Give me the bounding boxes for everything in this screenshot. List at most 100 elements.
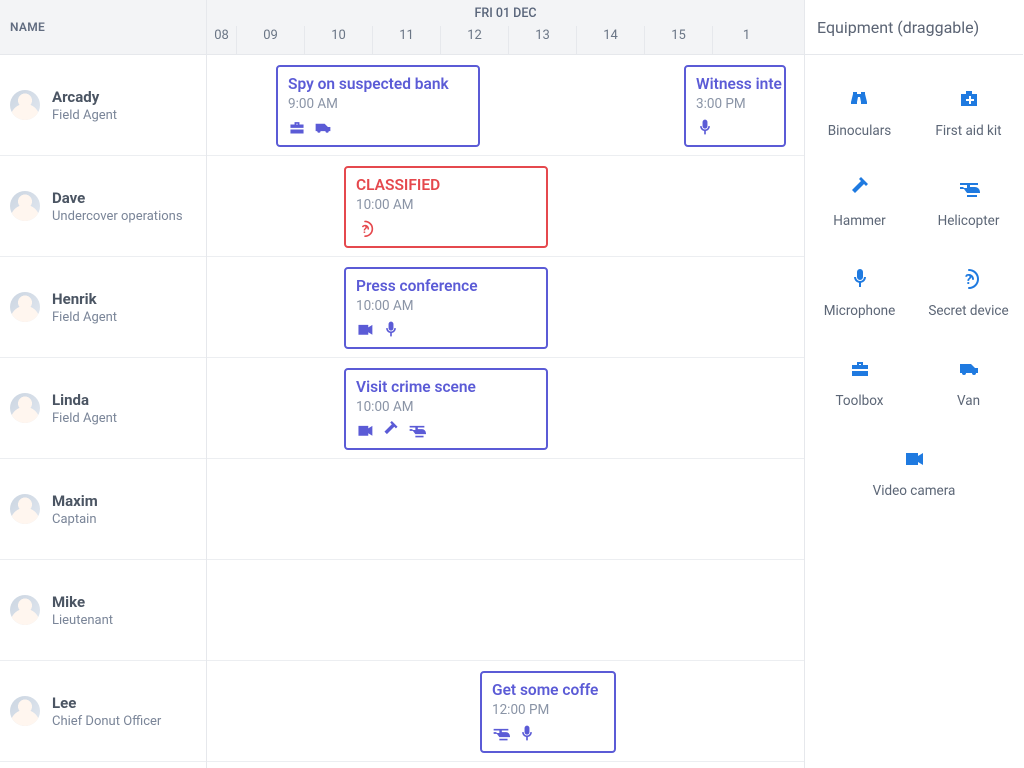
event-equipment bbox=[492, 724, 604, 746]
timeline-row[interactable]: Get some coffe 12:00 PM bbox=[207, 661, 804, 762]
resource-row-dave[interactable]: Dave Undercover operations bbox=[0, 156, 206, 257]
helicopter-icon bbox=[920, 173, 1017, 203]
resource-row-lee[interactable]: Lee Chief Donut Officer bbox=[0, 661, 206, 762]
equipment-label: Microphone bbox=[811, 303, 908, 319]
timeline-row[interactable]: Press conference 10:00 AM bbox=[207, 257, 804, 358]
resource-role: Undercover operations bbox=[52, 209, 183, 224]
event-card[interactable]: Press conference 10:00 AM bbox=[344, 267, 548, 349]
hour-13: 13 bbox=[508, 26, 576, 55]
microphone-icon bbox=[518, 724, 536, 746]
equipment-binoculars[interactable]: Binoculars bbox=[805, 61, 914, 151]
resource-role: Captain bbox=[52, 512, 98, 527]
secret-icon bbox=[356, 219, 374, 241]
equipment-van[interactable]: Van bbox=[914, 331, 1023, 421]
hammer-icon bbox=[382, 421, 400, 443]
helicopter-icon bbox=[408, 421, 426, 443]
camera-icon bbox=[356, 421, 374, 443]
day-header: FRI 01 DEC bbox=[207, 0, 804, 26]
hour-12: 12 bbox=[440, 26, 508, 55]
equipment-label: Helicopter bbox=[920, 213, 1017, 229]
hour-1: 1 bbox=[712, 26, 780, 55]
hammer-icon bbox=[811, 173, 908, 203]
event-card[interactable]: CLASSIFIED 10:00 AM bbox=[344, 166, 548, 248]
event-time: 10:00 AM bbox=[356, 197, 536, 213]
avatar bbox=[10, 292, 40, 322]
resource-role: Lieutenant bbox=[52, 613, 113, 628]
avatar bbox=[10, 191, 40, 221]
avatar bbox=[10, 595, 40, 625]
event-time: 9:00 AM bbox=[288, 96, 468, 112]
resource-name: Lee bbox=[52, 694, 161, 712]
event-equipment bbox=[288, 118, 468, 140]
equipment-label: Secret device bbox=[920, 303, 1017, 319]
event-time: 12:00 PM bbox=[492, 702, 604, 718]
resource-row-maxim[interactable]: Maxim Captain bbox=[0, 459, 206, 560]
equipment-hammer[interactable]: Hammer bbox=[805, 151, 914, 241]
equipment-label: Van bbox=[920, 393, 1017, 409]
event-card[interactable]: Visit crime scene 10:00 AM bbox=[344, 368, 548, 450]
avatar bbox=[10, 90, 40, 120]
timeline-row[interactable] bbox=[207, 459, 804, 560]
event-title: Press conference bbox=[356, 277, 536, 295]
camera-icon bbox=[811, 443, 1017, 473]
hour-14: 14 bbox=[576, 26, 644, 55]
resource-role: Field Agent bbox=[52, 310, 117, 325]
secret-icon bbox=[920, 263, 1017, 293]
resource-name: Arcady bbox=[52, 88, 117, 106]
event-card[interactable]: Witness inte 3:00 PM bbox=[684, 65, 786, 147]
resource-row-henrik[interactable]: Henrik Field Agent bbox=[0, 257, 206, 358]
event-time: 10:00 AM bbox=[356, 399, 536, 415]
resource-role: Chief Donut Officer bbox=[52, 714, 161, 729]
camera-icon bbox=[356, 320, 374, 342]
microphone-icon bbox=[811, 263, 908, 293]
toolbox-icon bbox=[811, 353, 908, 383]
equipment-title: Equipment (draggable) bbox=[817, 18, 979, 37]
helicopter-icon bbox=[492, 724, 510, 746]
equipment-header: Equipment (draggable) bbox=[805, 0, 1023, 55]
timeline-row[interactable]: CLASSIFIED 10:00 AM bbox=[207, 156, 804, 257]
resource-role: Field Agent bbox=[52, 108, 117, 123]
event-equipment bbox=[356, 219, 536, 241]
timeline-row[interactable]: Visit crime scene 10:00 AM bbox=[207, 358, 804, 459]
event-equipment bbox=[696, 118, 774, 140]
equipment-secret[interactable]: Secret device bbox=[914, 241, 1023, 331]
hour-08: 08 bbox=[207, 26, 236, 55]
equipment-toolbox[interactable]: Toolbox bbox=[805, 331, 914, 421]
event-title: Spy on suspected bank bbox=[288, 75, 468, 93]
event-title: CLASSIFIED bbox=[356, 176, 536, 194]
resource-row-linda[interactable]: Linda Field Agent bbox=[0, 358, 206, 459]
equipment-camera[interactable]: Video camera bbox=[805, 421, 1023, 511]
resource-row-arcady[interactable]: Arcady Field Agent bbox=[0, 55, 206, 156]
microphone-icon bbox=[382, 320, 400, 342]
van-icon bbox=[920, 353, 1017, 383]
equipment-helicopter[interactable]: Helicopter bbox=[914, 151, 1023, 241]
event-card[interactable]: Spy on suspected bank 9:00 AM bbox=[276, 65, 480, 147]
equipment-label: Video camera bbox=[811, 483, 1017, 499]
timeline-row[interactable] bbox=[207, 560, 804, 661]
resource-role: Field Agent bbox=[52, 411, 117, 426]
microphone-icon bbox=[696, 118, 714, 140]
timeline-header: FRI 01 DEC 08091011121314151 bbox=[207, 0, 804, 55]
timeline-row[interactable]: Spy on suspected bank 9:00 AM Witness in… bbox=[207, 55, 804, 156]
event-card[interactable]: Get some coffe 12:00 PM bbox=[480, 671, 616, 753]
hour-10: 10 bbox=[304, 26, 372, 55]
equipment-label: Toolbox bbox=[811, 393, 908, 409]
equipment-label: Binoculars bbox=[811, 123, 908, 139]
avatar bbox=[10, 393, 40, 423]
timeline[interactable]: FRI 01 DEC 08091011121314151 Spy on susp… bbox=[207, 0, 804, 768]
resource-name: Mike bbox=[52, 593, 113, 611]
binoculars-icon bbox=[811, 83, 908, 113]
event-title: Visit crime scene bbox=[356, 378, 536, 396]
toolbox-icon bbox=[288, 118, 306, 140]
event-equipment bbox=[356, 320, 536, 342]
name-column-header: NAME bbox=[0, 0, 206, 55]
resource-name: Maxim bbox=[52, 492, 98, 510]
resource-row-mike[interactable]: Mike Lieutenant bbox=[0, 560, 206, 661]
equipment-microphone[interactable]: Microphone bbox=[805, 241, 914, 331]
equipment-firstaid[interactable]: First aid kit bbox=[914, 61, 1023, 151]
resource-column: NAME Arcady Field Agent Dave Undercover … bbox=[0, 0, 207, 768]
event-title: Witness inte bbox=[696, 75, 774, 93]
event-time: 10:00 AM bbox=[356, 298, 536, 314]
name-column-label: NAME bbox=[10, 20, 45, 34]
resource-name: Linda bbox=[52, 391, 117, 409]
